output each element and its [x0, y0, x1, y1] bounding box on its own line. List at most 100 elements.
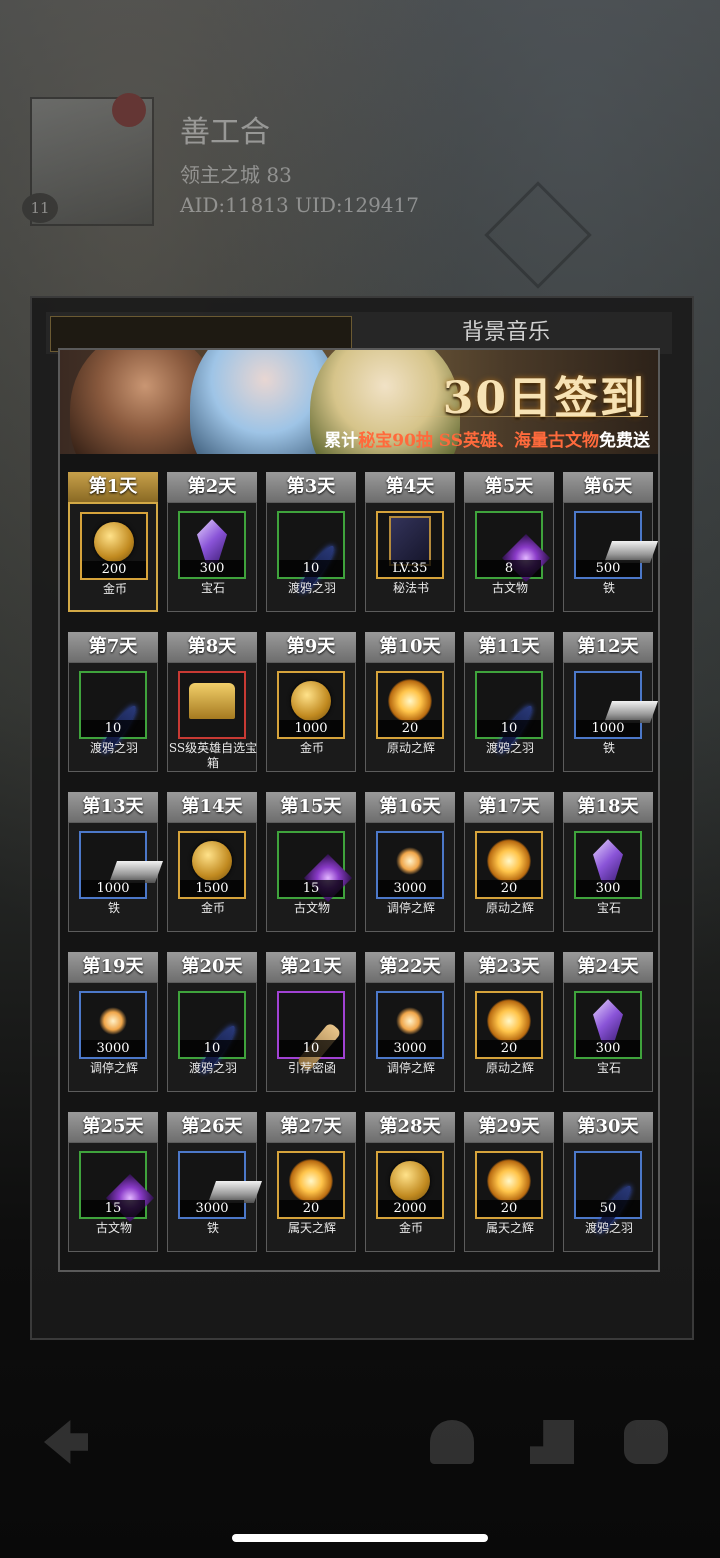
reward-card[interactable]: 3000 调停之辉 [365, 982, 455, 1092]
reward-frame: 20 [475, 831, 543, 899]
wing-icon[interactable] [624, 1420, 668, 1464]
day-cell[interactable]: 第16天 3000 调停之辉 [365, 792, 455, 932]
reward-card[interactable]: 200 金币 [68, 502, 158, 612]
music-note-icon[interactable] [530, 1420, 574, 1464]
day-label: 第14天 [167, 792, 257, 822]
day-cell[interactable]: 第15天 15 古文物 [266, 792, 356, 932]
tab-background-music[interactable]: 背景音乐 [396, 318, 616, 348]
reward-card[interactable]: SS级英雄自选宝箱 [167, 662, 257, 772]
reward-card[interactable]: 500 铁 [563, 502, 659, 612]
reward-card[interactable]: 20 原动之辉 [464, 982, 554, 1092]
reward-name: 渡鸦之羽 [188, 1061, 237, 1075]
reward-card[interactable]: LV.35 秘法书 [365, 502, 455, 612]
day-cell[interactable]: 第11天 10 渡鸦之羽 [464, 632, 554, 772]
reward-name: 金币 [398, 1221, 423, 1235]
reward-card[interactable]: 20 原动之辉 [365, 662, 455, 772]
reward-card[interactable]: 10 渡鸦之羽 [266, 502, 356, 612]
reward-card[interactable]: 1000 铁 [563, 662, 659, 772]
day-cell[interactable]: 第30天 50 渡鸦之羽 [563, 1112, 653, 1252]
reward-frame: 1500 [178, 831, 246, 899]
reward-frame: 300 [574, 831, 642, 899]
reward-card[interactable]: 1000 铁 [68, 822, 164, 932]
day-cell[interactable]: 第3天 10 渡鸦之羽 [266, 472, 356, 612]
reward-card[interactable]: 8 古文物 [464, 502, 554, 612]
star-icon [396, 1007, 424, 1036]
day-cell[interactable]: 第17天 20 原动之辉 [464, 792, 554, 932]
day-cell[interactable]: 第23天 20 原动之辉 [464, 952, 554, 1092]
reward-card[interactable]: 2000 金币 [365, 1142, 455, 1252]
day-cell[interactable]: 第1天 200 金币 [68, 472, 158, 612]
reward-name: 古文物 [95, 1221, 132, 1235]
day-cell[interactable]: 第27天 20 属天之辉 [266, 1112, 356, 1252]
day-cell[interactable]: 第5天 8 古文物 [464, 472, 554, 612]
banner-subtitle: 累计秘宝90抽 SS英雄、海量古文物免费送 [324, 426, 650, 451]
reward-card[interactable]: 1500 金币 [167, 822, 257, 932]
day-label: 第10天 [365, 632, 455, 662]
reward-quantity: 1000 [279, 720, 343, 737]
reward-frame: 15 [79, 1151, 155, 1223]
chest-icon [189, 683, 235, 720]
reward-name: 秘法书 [392, 581, 429, 595]
day-cell[interactable]: 第26天 3000 铁 [167, 1112, 263, 1252]
back-arrow-icon[interactable] [44, 1420, 88, 1464]
day-cell[interactable]: 第18天 300 宝石 [563, 792, 653, 932]
reward-card[interactable]: 15 古文物 [266, 822, 356, 932]
coin-icon [291, 681, 331, 722]
reward-card[interactable]: 300 宝石 [563, 982, 653, 1092]
reward-quantity: 2000 [378, 1200, 442, 1217]
reward-card[interactable]: 20 原动之辉 [464, 822, 554, 932]
player-name: 善工合 [180, 115, 270, 150]
day-cell[interactable]: 第12天 1000 铁 [563, 632, 659, 772]
reward-name: 渡鸦之羽 [89, 741, 138, 755]
reward-card[interactable]: 10 渡鸦之羽 [464, 662, 554, 772]
helmet-icon[interactable] [430, 1420, 474, 1464]
day-cell[interactable]: 第28天 2000 金币 [365, 1112, 455, 1252]
day-cell[interactable]: 第19天 3000 调停之辉 [68, 952, 158, 1092]
day-cell[interactable]: 第25天 15 古文物 [68, 1112, 158, 1252]
day-cell[interactable]: 第2天 300 宝石 [167, 472, 257, 612]
reward-card[interactable]: 10 引荐密函 [266, 982, 356, 1092]
reward-card[interactable]: 10 渡鸦之羽 [68, 662, 158, 772]
reward-frame: 50 [574, 1151, 642, 1236]
day-cell[interactable]: 第24天 300 宝石 [563, 952, 653, 1092]
reward-quantity: 3000 [378, 1040, 442, 1057]
day-cell[interactable]: 第13天 1000 铁 [68, 792, 164, 932]
day-cell[interactable]: 第9天 1000 金币 [266, 632, 356, 772]
day-cell[interactable]: 第10天 20 原动之辉 [365, 632, 455, 772]
reward-name: 属天之辉 [485, 1221, 534, 1235]
home-indicator[interactable] [232, 1534, 488, 1542]
gem-icon [197, 519, 227, 564]
reward-card[interactable]: 20 属天之辉 [266, 1142, 356, 1252]
day-cell[interactable]: 第21天 10 引荐密函 [266, 952, 356, 1092]
reward-card[interactable]: 3000 调停之辉 [68, 982, 158, 1092]
reward-card[interactable]: 50 渡鸦之羽 [563, 1142, 653, 1252]
reward-card[interactable]: 300 宝石 [167, 502, 257, 612]
tab-active[interactable] [50, 316, 352, 352]
day-cell[interactable]: 第4天 LV.35 秘法书 [365, 472, 455, 612]
reward-card[interactable]: 3000 调停之辉 [365, 822, 455, 932]
reward-name: 渡鸦之羽 [584, 1221, 633, 1235]
day-label: 第11天 [464, 632, 554, 662]
reward-frame: 500 [574, 511, 659, 579]
reward-frame: 200 [80, 512, 148, 580]
reward-card[interactable]: 3000 铁 [167, 1142, 263, 1252]
reward-card[interactable]: 20 属天之辉 [464, 1142, 554, 1252]
day-cell[interactable]: 第8天 SS级英雄自选宝箱 [167, 632, 257, 772]
day-label: 第18天 [563, 792, 653, 822]
coin-icon [192, 841, 232, 882]
day-cell[interactable]: 第20天 10 渡鸦之羽 [167, 952, 257, 1092]
day-cell[interactable]: 第6天 500 铁 [563, 472, 659, 612]
reward-quantity: 8 [477, 560, 541, 577]
day-cell[interactable]: 第22天 3000 调停之辉 [365, 952, 455, 1092]
reward-name: 调停之辉 [386, 901, 435, 915]
day-cell[interactable]: 第7天 10 渡鸦之羽 [68, 632, 158, 772]
reward-card[interactable]: 15 古文物 [68, 1142, 158, 1252]
reward-card[interactable]: 10 渡鸦之羽 [167, 982, 257, 1092]
book-icon [389, 516, 431, 567]
day-cell[interactable]: 第29天 20 属天之辉 [464, 1112, 554, 1252]
reward-card[interactable]: 1000 金币 [266, 662, 356, 772]
reward-quantity: 10 [81, 720, 145, 737]
day-label: 第16天 [365, 792, 455, 822]
day-cell[interactable]: 第14天 1500 金币 [167, 792, 257, 932]
reward-card[interactable]: 300 宝石 [563, 822, 653, 932]
